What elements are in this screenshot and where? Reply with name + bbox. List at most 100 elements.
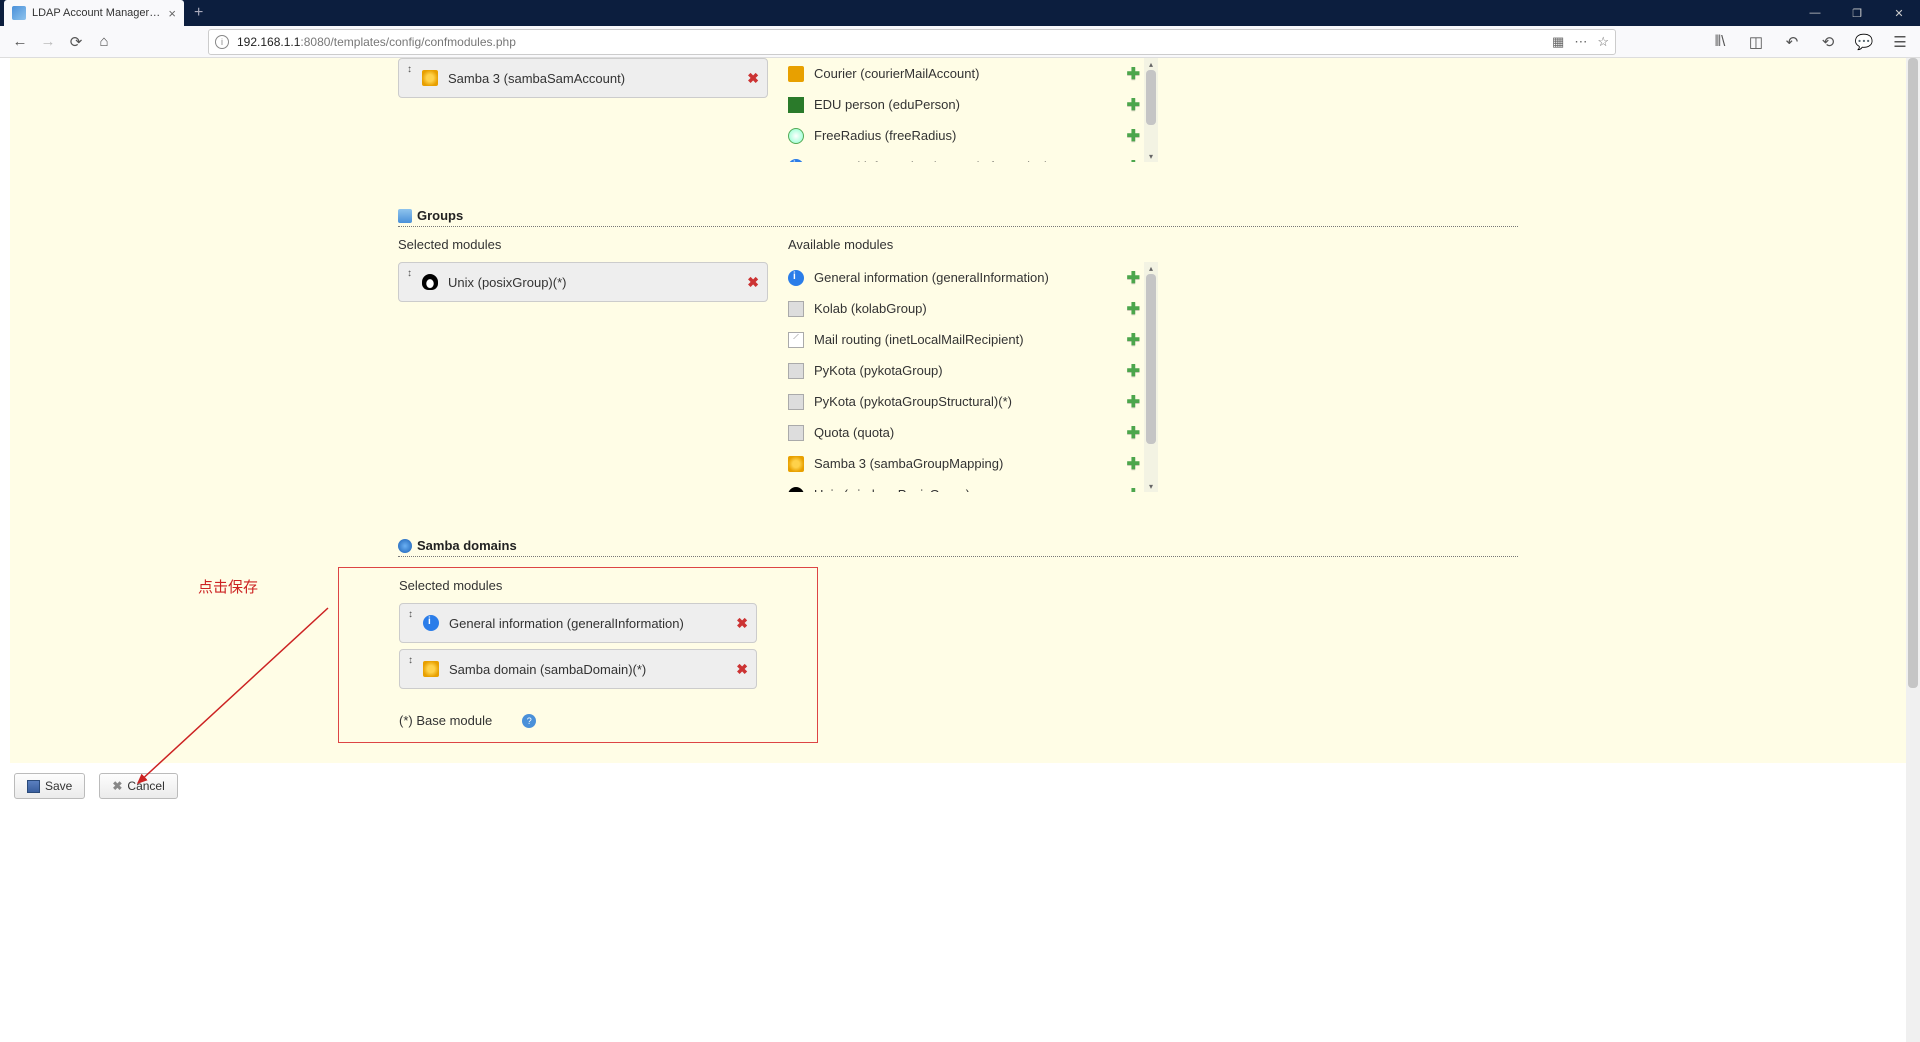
users-available-scrollbar[interactable]: ▴ ▾ bbox=[1144, 58, 1158, 162]
button-bar: Save ✖ Cancel bbox=[0, 763, 1920, 809]
browser-tab[interactable]: LDAP Account Manager Con × bbox=[4, 0, 184, 26]
save-button[interactable]: Save bbox=[14, 773, 85, 799]
add-module-button[interactable]: ✚ bbox=[1127, 454, 1140, 474]
tab-close-icon[interactable]: × bbox=[168, 6, 176, 21]
module-icon bbox=[422, 70, 438, 86]
module-name: General information (generalInformation) bbox=[814, 159, 1127, 162]
scroll-down-icon[interactable]: ▾ bbox=[1144, 150, 1158, 162]
module-name: Samba 3 (sambaSamAccount) bbox=[448, 71, 747, 86]
groups-available-module: PyKota (pykotaGroupStructural)(*)✚ bbox=[788, 386, 1140, 417]
back-button[interactable]: ← bbox=[6, 28, 34, 56]
add-module-button[interactable]: ✚ bbox=[1127, 423, 1140, 443]
home-button[interactable]: ⌂ bbox=[90, 28, 118, 56]
module-icon bbox=[788, 128, 804, 144]
samba-highlight-box: Selected modules ↕General information (g… bbox=[338, 567, 818, 743]
add-module-button[interactable]: ✚ bbox=[1127, 126, 1140, 146]
groups-available-scrollbar[interactable]: ▴ ▾ bbox=[1144, 262, 1158, 492]
module-icon bbox=[788, 487, 804, 493]
module-name: PyKota (pykotaGroup) bbox=[814, 363, 1127, 378]
module-name: EDU person (eduPerson) bbox=[814, 97, 1127, 112]
qr-icon[interactable]: ▦ bbox=[1552, 34, 1564, 50]
add-module-button[interactable]: ✚ bbox=[1127, 392, 1140, 412]
annotation-text: 点击保存 bbox=[198, 576, 258, 597]
module-icon bbox=[788, 97, 804, 113]
module-name: Mail routing (inetLocalMailRecipient) bbox=[814, 332, 1127, 347]
module-name: Courier (courierMailAccount) bbox=[814, 66, 1127, 81]
address-bar[interactable]: i 192.168.1.1:8080/templates/config/conf… bbox=[208, 29, 1616, 55]
drag-handle-icon[interactable]: ↕ bbox=[408, 656, 413, 666]
scroll-down-icon[interactable]: ▾ bbox=[1144, 480, 1158, 492]
module-name: General information (generalInformation) bbox=[814, 270, 1127, 285]
groups-title: Groups bbox=[417, 208, 463, 223]
site-info-icon[interactable]: i bbox=[215, 35, 229, 49]
bookmark-star-icon[interactable]: ☆ bbox=[1597, 34, 1609, 50]
chat-icon[interactable]: 💬 bbox=[1850, 28, 1878, 56]
browser-titlebar: LDAP Account Manager Con × + — ❐ ✕ bbox=[0, 0, 1920, 26]
tab-favicon bbox=[12, 6, 26, 20]
window-minimize-button[interactable]: — bbox=[1794, 0, 1836, 26]
reload-button[interactable]: ⟳ bbox=[62, 28, 90, 56]
samba-selected-label: Selected modules bbox=[399, 578, 757, 593]
window-close-button[interactable]: ✕ bbox=[1878, 0, 1920, 26]
drag-handle-icon[interactable]: ↕ bbox=[407, 65, 412, 75]
users-available-module: FreeRadius (freeRadius)✚ bbox=[788, 120, 1140, 151]
base-module-note: (*) Base module ? bbox=[399, 713, 757, 728]
page-actions-icon[interactable]: ⋯ bbox=[1574, 34, 1587, 50]
globe-icon bbox=[398, 539, 412, 553]
remove-module-button[interactable]: ✖ bbox=[747, 274, 759, 291]
users-available-module: General information (generalInformation)… bbox=[788, 151, 1140, 162]
add-module-button[interactable]: ✚ bbox=[1127, 299, 1140, 319]
remove-module-button[interactable]: ✖ bbox=[747, 70, 759, 87]
drag-handle-icon[interactable]: ↕ bbox=[408, 610, 413, 620]
menu-icon[interactable]: ☰ bbox=[1886, 28, 1914, 56]
users-selected-module[interactable]: ↕ Samba 3 (sambaSamAccount)✖ bbox=[398, 58, 768, 98]
new-tab-button[interactable]: + bbox=[194, 4, 203, 22]
scroll-thumb[interactable] bbox=[1146, 70, 1156, 125]
module-name: Quota (quota) bbox=[814, 425, 1127, 440]
page-scrollbar[interactable] bbox=[1906, 58, 1920, 1042]
cancel-button[interactable]: ✖ Cancel bbox=[99, 773, 177, 799]
add-module-button[interactable]: ✚ bbox=[1127, 268, 1140, 288]
browser-toolbar: ← → ⟳ ⌂ i 192.168.1.1:8080/templates/con… bbox=[0, 26, 1920, 58]
module-icon bbox=[788, 66, 804, 82]
add-module-button[interactable]: ✚ bbox=[1127, 95, 1140, 115]
cancel-x-icon: ✖ bbox=[112, 779, 122, 793]
remove-module-button[interactable]: ✖ bbox=[736, 615, 748, 632]
window-maximize-button[interactable]: ❐ bbox=[1836, 0, 1878, 26]
module-icon bbox=[788, 159, 804, 163]
add-module-button[interactable]: ✚ bbox=[1127, 64, 1140, 84]
library-icon[interactable]: ⫴\ bbox=[1706, 28, 1734, 56]
remove-module-button[interactable]: ✖ bbox=[736, 661, 748, 678]
add-module-button[interactable]: ✚ bbox=[1127, 330, 1140, 350]
module-name: Samba domain (sambaDomain)(*) bbox=[449, 662, 736, 677]
undo-icon[interactable]: ↶ bbox=[1778, 28, 1806, 56]
tab-title: LDAP Account Manager Con bbox=[32, 7, 162, 19]
help-icon[interactable]: ? bbox=[522, 714, 536, 728]
groups-icon bbox=[398, 209, 412, 223]
module-icon bbox=[422, 274, 438, 290]
groups-available-module: General information (generalInformation)… bbox=[788, 262, 1140, 293]
groups-section-header: Groups bbox=[398, 204, 1518, 227]
module-icon bbox=[788, 332, 804, 348]
add-module-button[interactable]: ✚ bbox=[1127, 485, 1140, 493]
sync-icon[interactable]: ⟲ bbox=[1814, 28, 1842, 56]
add-module-button[interactable]: ✚ bbox=[1127, 157, 1140, 163]
add-module-button[interactable]: ✚ bbox=[1127, 361, 1140, 381]
module-icon bbox=[423, 661, 439, 677]
groups-selected-module[interactable]: ↕Unix (posixGroup)(*)✖ bbox=[398, 262, 768, 302]
page-scroll-thumb[interactable] bbox=[1908, 58, 1918, 688]
samba-selected-module[interactable]: ↕ Samba domain (sambaDomain)(*)✖ bbox=[399, 649, 757, 689]
users-available-module: EDU person (eduPerson)✚ bbox=[788, 89, 1140, 120]
module-name: Kolab (kolabGroup) bbox=[814, 301, 1127, 316]
groups-available-module: Mail routing (inetLocalMailRecipient)✚ bbox=[788, 324, 1140, 355]
forward-button[interactable]: → bbox=[34, 28, 62, 56]
samba-selected-module[interactable]: ↕General information (generalInformation… bbox=[399, 603, 757, 643]
scroll-up-icon[interactable]: ▴ bbox=[1144, 58, 1158, 70]
scroll-thumb[interactable] bbox=[1146, 274, 1156, 444]
drag-handle-icon[interactable]: ↕ bbox=[407, 269, 412, 279]
scroll-up-icon[interactable]: ▴ bbox=[1144, 262, 1158, 274]
sidebar-icon[interactable]: ◫ bbox=[1742, 28, 1770, 56]
groups-available-module: Quota (quota)✚ bbox=[788, 417, 1140, 448]
module-name: Samba 3 (sambaGroupMapping) bbox=[814, 456, 1127, 471]
module-icon bbox=[788, 270, 804, 286]
